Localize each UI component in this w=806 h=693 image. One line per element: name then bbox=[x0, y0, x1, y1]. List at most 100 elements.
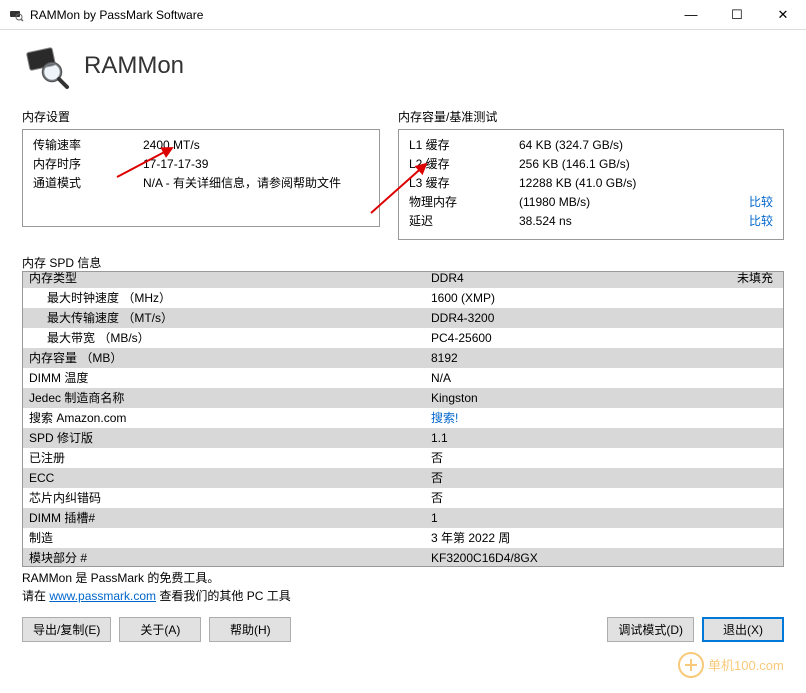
spd-val: 1600 (XMP) bbox=[431, 288, 631, 308]
panel-label: 内存设置 bbox=[22, 108, 380, 125]
spd-row: 最大时钟速度 （MHz）1600 (XMP) bbox=[23, 288, 783, 308]
logo-row: RAMMon bbox=[22, 42, 784, 90]
spd-val: PC4-25600 bbox=[431, 328, 631, 348]
kv-key: L2 缓存 bbox=[409, 155, 519, 174]
spd-key: 内存容量 （MB） bbox=[23, 348, 431, 368]
spd-key: 模块部分 # bbox=[23, 548, 431, 567]
spd-val: KF3200C16D4/8GX bbox=[431, 548, 631, 567]
kv-row: 物理内存(11980 MB/s) 比较 bbox=[409, 193, 773, 212]
spd-val: 否 bbox=[431, 448, 631, 468]
spd-extra bbox=[631, 468, 783, 488]
panel-label: 内存容量/基准测试 bbox=[398, 108, 784, 125]
kv-val: 38.524 ns bbox=[519, 212, 572, 231]
help-button[interactable]: 帮助(H) bbox=[209, 617, 291, 642]
spd-val: 8192 bbox=[431, 348, 631, 368]
spd-val: 否 bbox=[431, 468, 631, 488]
app-icon bbox=[8, 7, 24, 23]
kv-key: 物理内存 bbox=[409, 193, 519, 212]
minimize-button[interactable]: — bbox=[668, 0, 714, 30]
exit-button[interactable]: 退出(X) bbox=[702, 617, 784, 642]
spd-row: 最大带宽 （MB/s）PC4-25600 bbox=[23, 328, 783, 348]
search-link[interactable]: 搜索! bbox=[431, 411, 458, 425]
logo-text: RAMMon bbox=[84, 52, 184, 80]
spd-key: 最大传输速度 （MT/s） bbox=[23, 308, 431, 328]
debug-button[interactable]: 调试模式(D) bbox=[607, 617, 694, 642]
spd-key: 制造 bbox=[23, 528, 431, 548]
window-controls: — ☐ ✕ bbox=[668, 0, 806, 30]
kv-key: 内存时序 bbox=[33, 155, 143, 174]
spd-val: DDR4-3200 bbox=[431, 308, 631, 328]
spd-row: 芯片内纠错码否 bbox=[23, 488, 783, 508]
spd-extra bbox=[631, 288, 783, 308]
spd-key: 已注册 bbox=[23, 448, 431, 468]
spd-row: 搜索 Amazon.com搜索! bbox=[23, 408, 783, 428]
titlebar: RAMMon by PassMark Software — ☐ ✕ bbox=[0, 0, 806, 30]
spd-extra bbox=[631, 388, 783, 408]
spd-key: 搜索 Amazon.com bbox=[23, 408, 431, 428]
passmark-link[interactable]: www.passmark.com bbox=[49, 589, 156, 603]
about-button[interactable]: 关于(A) bbox=[119, 617, 201, 642]
kv-row: L2 缓存256 KB (146.1 GB/s) bbox=[409, 155, 773, 174]
spd-key: 芯片内纠错码 bbox=[23, 488, 431, 508]
spd-row: Jedec 制造商名称Kingston bbox=[23, 388, 783, 408]
spd-val: 1.1 bbox=[431, 428, 631, 448]
spd-key: Jedec 制造商名称 bbox=[23, 388, 431, 408]
spd-val: DDR4 bbox=[431, 271, 631, 288]
memory-settings-panel: 内存设置 传输速率2400 MT/s内存时序17-17-17-39通道模式N/A… bbox=[22, 108, 380, 240]
export-button[interactable]: 导出/复制(E) bbox=[22, 617, 111, 642]
kv-val: N/A - 有关详细信息，请参阅帮助文件 bbox=[143, 174, 341, 193]
spd-extra bbox=[631, 548, 783, 567]
spd-row: SPD 修订版1.1 bbox=[23, 428, 783, 448]
close-button[interactable]: ✕ bbox=[760, 0, 806, 30]
button-row: 导出/复制(E) 关于(A) 帮助(H) 调试模式(D) 退出(X) bbox=[22, 617, 784, 642]
window-title: RAMMon by PassMark Software bbox=[30, 8, 668, 22]
kv-val: 2400 MT/s bbox=[143, 136, 200, 155]
spd-row: 制造3 年第 2022 周 bbox=[23, 528, 783, 548]
kv-val: 12288 KB (41.0 GB/s) bbox=[519, 174, 636, 193]
spd-row: 最大传输速度 （MT/s）DDR4-3200 bbox=[23, 308, 783, 328]
kv-row: 内存时序17-17-17-39 bbox=[33, 155, 369, 174]
spd-extra: 未填充 bbox=[631, 271, 783, 288]
spd-val: N/A bbox=[431, 368, 631, 388]
logo-icon bbox=[22, 42, 70, 90]
spd-row: DIMM 插槽#1 bbox=[23, 508, 783, 528]
spd-val: 1 bbox=[431, 508, 631, 528]
spd-key: ECC bbox=[23, 468, 431, 488]
spd-row: ECC否 bbox=[23, 468, 783, 488]
spd-extra bbox=[631, 528, 783, 548]
kv-val: 64 KB (324.7 GB/s) bbox=[519, 136, 623, 155]
spd-row: 内存容量 （MB）8192 bbox=[23, 348, 783, 368]
kv-key: 延迟 bbox=[409, 212, 519, 231]
kv-val: (11980 MB/s) bbox=[519, 193, 590, 212]
spd-extra bbox=[631, 448, 783, 468]
memory-capacity-panel: 内存容量/基准测试 L1 缓存64 KB (324.7 GB/s)L2 缓存25… bbox=[398, 108, 784, 240]
kv-key: 通道模式 bbox=[33, 174, 143, 193]
spd-extra bbox=[631, 408, 783, 428]
maximize-button[interactable]: ☐ bbox=[714, 0, 760, 30]
svg-text:单机100.com: 单机100.com bbox=[708, 658, 784, 673]
spd-extra bbox=[631, 488, 783, 508]
spd-extra bbox=[631, 508, 783, 528]
spd-val: 3 年第 2022 周 bbox=[431, 528, 631, 548]
compare-link[interactable]: 比较 bbox=[749, 193, 773, 212]
spd-val: 搜索! bbox=[431, 408, 631, 428]
spd-key: DIMM 插槽# bbox=[23, 508, 431, 528]
spd-val: 否 bbox=[431, 488, 631, 508]
spd-extra bbox=[631, 348, 783, 368]
kv-key: 传输速率 bbox=[33, 136, 143, 155]
kv-row: 延迟38.524 ns 比较 bbox=[409, 212, 773, 231]
compare-link[interactable]: 比较 bbox=[749, 212, 773, 231]
kv-val: 256 KB (146.1 GB/s) bbox=[519, 155, 630, 174]
kv-key: L3 缓存 bbox=[409, 174, 519, 193]
spd-table[interactable]: 内存类型DDR4未填充最大时钟速度 （MHz）1600 (XMP)最大传输速度 … bbox=[22, 271, 784, 567]
spd-key: 最大带宽 （MB/s） bbox=[23, 328, 431, 348]
kv-row: 传输速率2400 MT/s bbox=[33, 136, 369, 155]
spd-key: 最大时钟速度 （MHz） bbox=[23, 288, 431, 308]
kv-val: 17-17-17-39 bbox=[143, 155, 208, 174]
footer-text: RAMMon 是 PassMark 的免费工具。 请在 www.passmark… bbox=[22, 569, 784, 605]
spd-key: SPD 修订版 bbox=[23, 428, 431, 448]
kv-row: L1 缓存64 KB (324.7 GB/s) bbox=[409, 136, 773, 155]
spd-extra bbox=[631, 428, 783, 448]
spd-row: 内存类型DDR4未填充 bbox=[23, 271, 783, 288]
spd-row: DIMM 温度N/A bbox=[23, 368, 783, 388]
